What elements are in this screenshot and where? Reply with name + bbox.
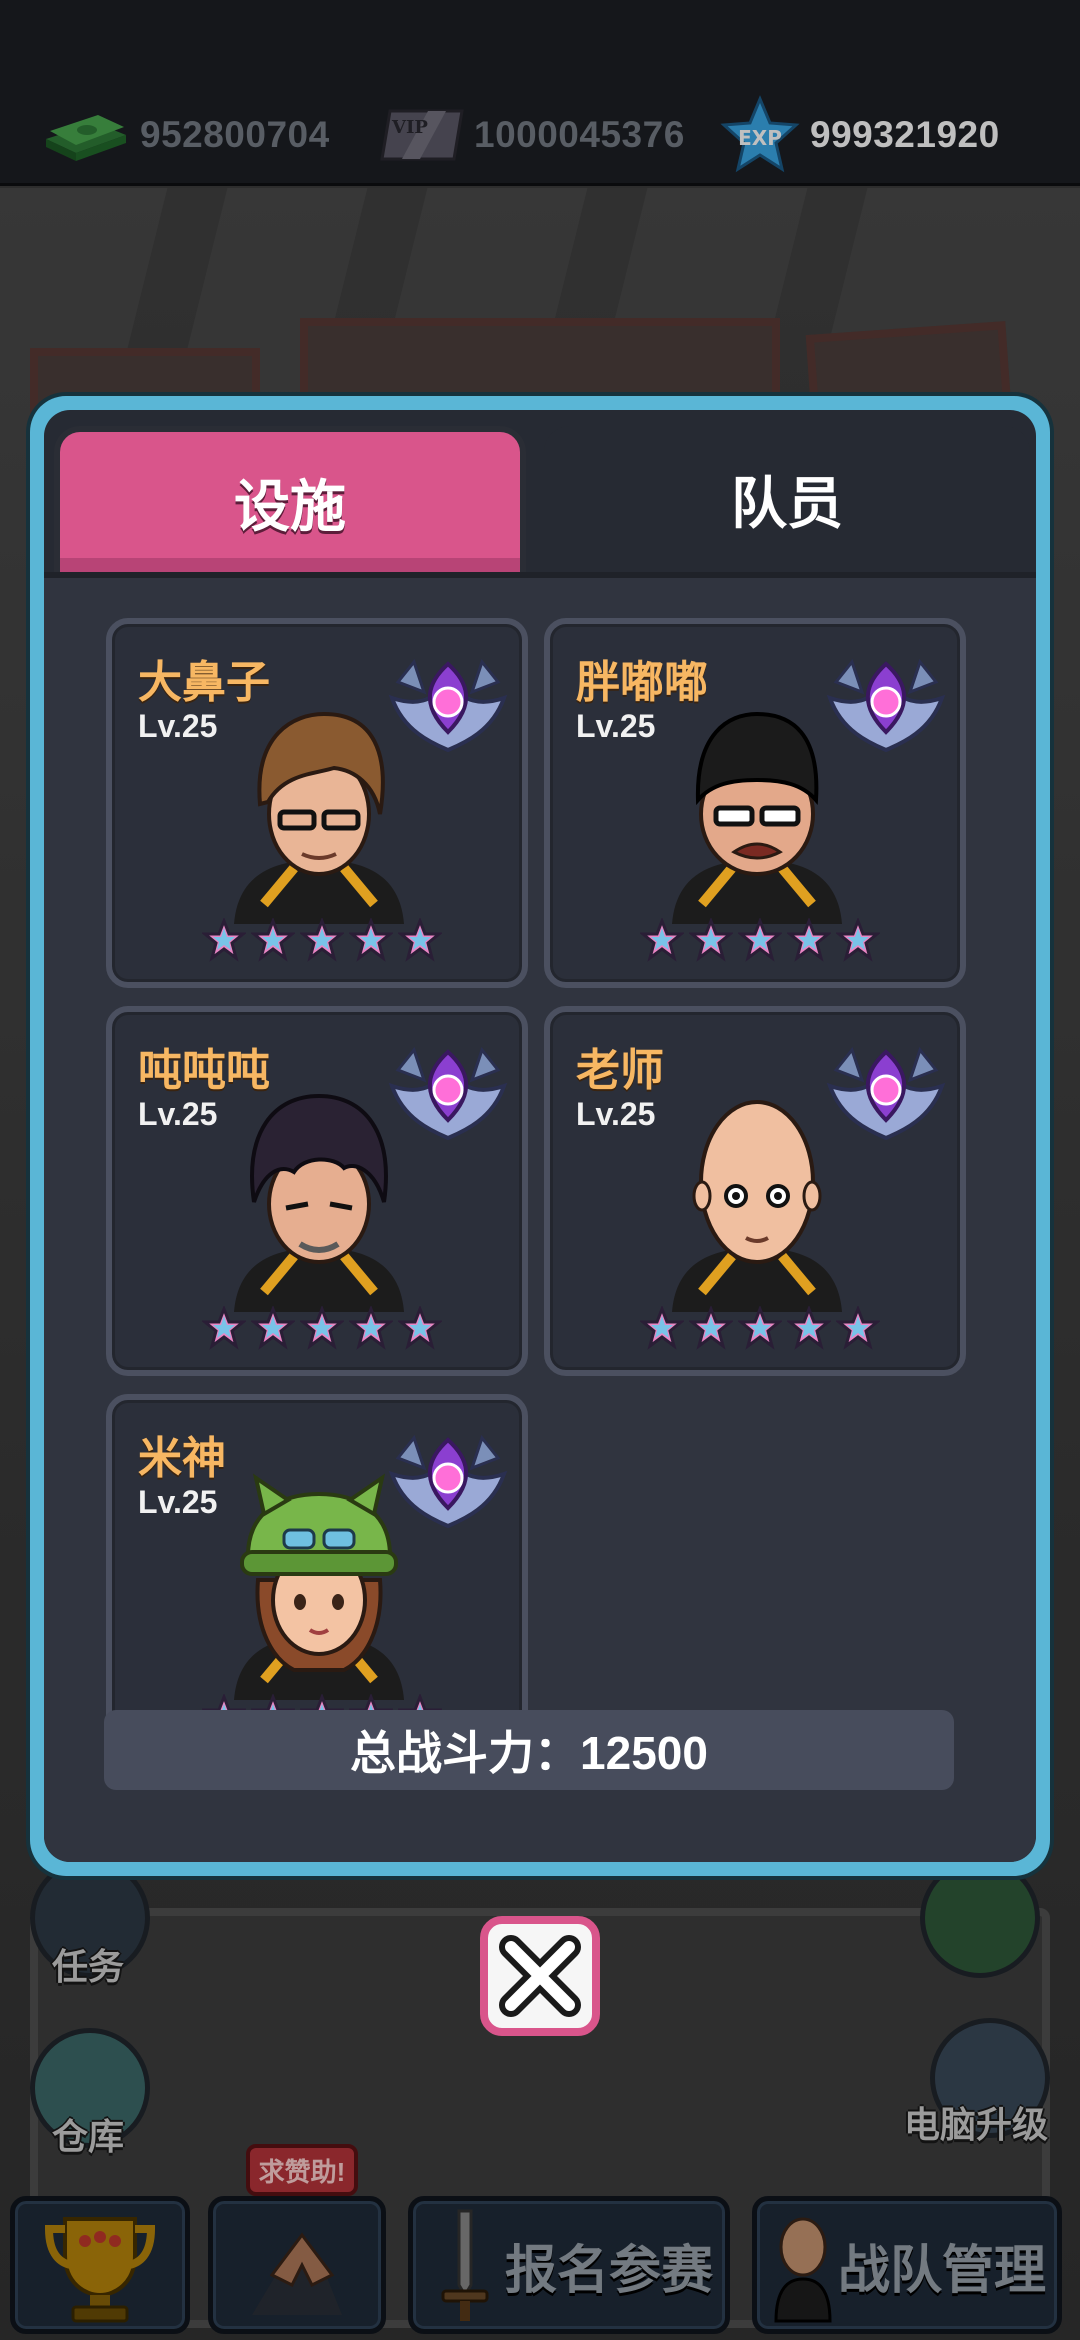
star-icon <box>202 918 246 962</box>
star-icon <box>349 1306 393 1350</box>
rank-emblem-icon <box>388 1434 508 1528</box>
member-card[interactable]: 吨吨吨 Lv.25 <box>106 1006 528 1376</box>
member-name: 胖嘟嘟 <box>576 658 708 707</box>
tab-members[interactable]: 队员 <box>544 426 1030 572</box>
member-level: Lv.25 <box>576 708 656 744</box>
member-level: Lv.25 <box>138 708 218 744</box>
star-rating <box>640 1306 880 1356</box>
member-level: Lv.25 <box>576 1096 656 1132</box>
star-icon <box>738 1306 782 1350</box>
close-icon <box>499 1935 581 2017</box>
member-card[interactable]: 大鼻子 Lv.25 <box>106 618 528 988</box>
rank-emblem-icon <box>826 658 946 752</box>
star-icon <box>689 918 733 962</box>
star-icon <box>787 1306 831 1350</box>
tab-facility[interactable]: 设施 <box>54 426 526 572</box>
star-icon <box>836 918 880 962</box>
member-name: 吨吨吨 <box>138 1046 270 1095</box>
star-icon <box>251 1306 295 1350</box>
star-icon <box>398 918 442 962</box>
member-level: Lv.25 <box>138 1096 218 1132</box>
star-rating <box>202 1306 442 1356</box>
star-icon <box>349 918 393 962</box>
star-icon <box>836 1306 880 1350</box>
star-icon <box>300 1306 344 1350</box>
star-icon <box>251 918 295 962</box>
star-icon <box>640 918 684 962</box>
star-icon <box>738 918 782 962</box>
star-rating <box>202 918 442 968</box>
team-modal: 设施 队员 大鼻子 Lv.25 胖嘟嘟 Lv.25 吨吨吨 Lv.25 老师 L… <box>30 396 1050 1876</box>
modal-body: 设施 队员 大鼻子 Lv.25 胖嘟嘟 Lv.25 吨吨吨 Lv.25 老师 L… <box>44 410 1036 1862</box>
star-icon <box>202 1306 246 1350</box>
star-icon <box>787 918 831 962</box>
rank-emblem-icon <box>388 658 508 752</box>
close-button[interactable] <box>480 1916 600 2036</box>
member-name: 老师 <box>576 1046 664 1095</box>
member-name: 米神 <box>138 1434 226 1483</box>
member-card[interactable]: 老师 Lv.25 <box>544 1006 966 1376</box>
members-panel: 大鼻子 Lv.25 胖嘟嘟 Lv.25 吨吨吨 Lv.25 老师 Lv.25 米… <box>44 578 1036 1862</box>
member-name: 大鼻子 <box>138 658 270 707</box>
star-icon <box>640 1306 684 1350</box>
member-card[interactable]: 胖嘟嘟 Lv.25 <box>544 618 966 988</box>
rank-emblem-icon <box>826 1046 946 1140</box>
member-level: Lv.25 <box>138 1484 218 1520</box>
rank-emblem-icon <box>388 1046 508 1140</box>
star-icon <box>398 1306 442 1350</box>
star-icon <box>689 1306 733 1350</box>
member-card[interactable]: 米神 Lv.25 <box>106 1394 528 1764</box>
star-rating <box>640 918 880 968</box>
star-icon <box>300 918 344 962</box>
total-power: 总战斗力：12500 <box>104 1710 954 1790</box>
